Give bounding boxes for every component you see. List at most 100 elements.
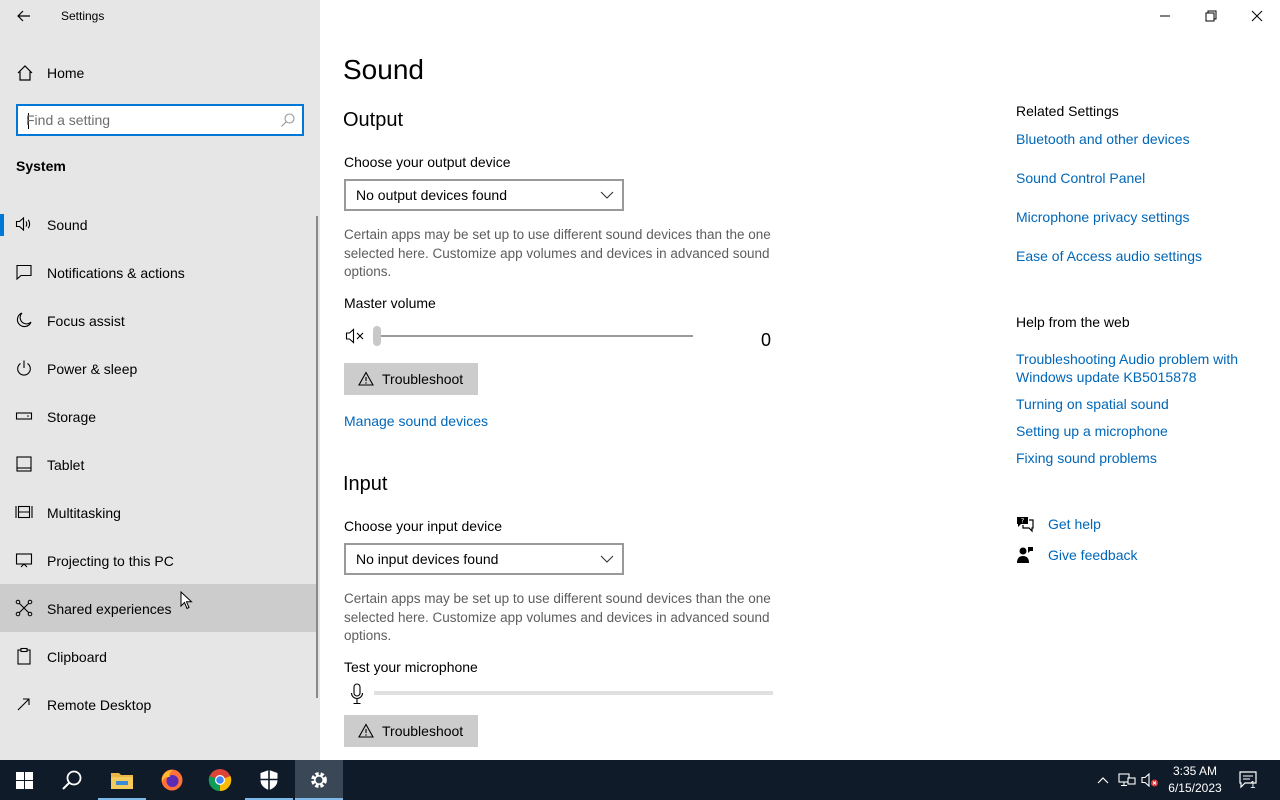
sidebar-item-label: Tablet <box>47 457 85 473</box>
master-volume-thumb[interactable] <box>373 326 381 346</box>
security-shield-icon <box>260 770 278 790</box>
help-link-fixing-sound[interactable]: Fixing sound problems <box>1016 449 1266 467</box>
multitasking-icon <box>15 505 33 519</box>
file-explorer-button[interactable] <box>98 760 146 800</box>
sidebar-item-label: Storage <box>47 409 97 425</box>
get-help-link[interactable]: ? Get help <box>1016 515 1216 535</box>
network-button[interactable] <box>1116 760 1138 800</box>
sidebar-item-power-sleep[interactable]: Power & sleep <box>0 344 316 392</box>
app-title: Settings <box>61 9 105 23</box>
sidebar-item-sound[interactable]: Sound <box>0 200 316 248</box>
action-center-button[interactable]: 1 <box>1234 760 1264 800</box>
sidebar-item-clipboard[interactable]: Clipboard <box>0 632 316 680</box>
sidebar-scrollbar[interactable] <box>316 216 318 698</box>
master-volume-label: Master volume <box>344 295 436 311</box>
help-from-web-heading: Help from the web <box>1016 314 1130 330</box>
output-troubleshoot-button[interactable]: Troubleshoot <box>344 363 478 395</box>
sidebar-item-home[interactable]: Home <box>0 57 320 89</box>
back-button[interactable] <box>10 4 38 28</box>
search-box[interactable] <box>16 104 304 136</box>
notification-icon <box>16 264 32 281</box>
input-device-label: Choose your input device <box>344 518 502 534</box>
sidebar-item-shared-experiences[interactable]: Shared experiences <box>0 584 316 632</box>
microphone-privacy-link[interactable]: Microphone privacy settings <box>1016 208 1266 226</box>
help-link-microphone[interactable]: Setting up a microphone <box>1016 422 1266 440</box>
sidebar-item-tablet[interactable]: Tablet <box>0 440 316 488</box>
sidebar-item-label: Sound <box>47 217 88 233</box>
clock-time: 3:35 AM <box>1172 764 1218 778</box>
main-content: Sound Output Choose your output device N… <box>320 0 1280 760</box>
help-link-audio-kb[interactable]: Troubleshooting Audio problem with Windo… <box>1016 350 1256 386</box>
shared-icon <box>15 599 33 617</box>
tablet-icon <box>16 456 32 472</box>
sound-control-panel-link[interactable]: Sound Control Panel <box>1016 169 1266 187</box>
windows-logo-icon <box>15 771 33 789</box>
bluetooth-link[interactable]: Bluetooth and other devices <box>1016 130 1266 148</box>
settings-taskbar-button[interactable] <box>295 760 343 800</box>
output-device-dropdown[interactable]: No output devices found <box>344 179 624 211</box>
manage-sound-devices-link[interactable]: Manage sound devices <box>344 413 488 429</box>
output-heading: Output <box>343 109 404 131</box>
svg-text:?: ? <box>1021 517 1024 525</box>
chevron-down-icon <box>600 555 614 563</box>
sidebar-item-multitasking[interactable]: Multitasking <box>0 488 316 536</box>
back-arrow-icon <box>17 10 30 22</box>
taskbar-clock[interactable]: 3:35 AM 6/15/2023 <box>1160 763 1230 797</box>
sidebar-item-storage[interactable]: Storage <box>0 392 316 440</box>
mouse-cursor-icon <box>180 591 193 610</box>
input-troubleshoot-button[interactable]: Troubleshoot <box>344 715 478 747</box>
search-icon <box>62 770 82 790</box>
gear-icon <box>311 772 327 788</box>
moon-icon <box>16 312 32 328</box>
storage-icon <box>15 412 33 420</box>
show-hidden-icons-button[interactable] <box>1092 760 1114 800</box>
sidebar-item-remote-desktop[interactable]: Remote Desktop <box>0 680 316 728</box>
chrome-icon <box>208 769 232 792</box>
volume-tray-button[interactable] <box>1139 760 1161 800</box>
remote-desktop-icon <box>17 698 30 711</box>
page-title: Sound <box>343 54 424 85</box>
volume-muted-icon <box>1141 772 1158 788</box>
microphone-icon <box>350 683 364 705</box>
feedback-icon <box>1017 547 1033 563</box>
chrome-button[interactable] <box>196 760 244 800</box>
related-settings-heading: Related Settings <box>1016 103 1119 119</box>
input-device-dropdown[interactable]: No input devices found <box>344 543 624 575</box>
clock-date: 6/15/2023 <box>1168 781 1222 795</box>
speaker-muted-icon[interactable] <box>345 327 367 345</box>
give-feedback-link[interactable]: Give feedback <box>1016 546 1216 566</box>
sidebar: Settings Home System Sound Notifications… <box>0 0 320 760</box>
sidebar-item-focus-assist[interactable]: Focus assist <box>0 296 316 344</box>
sidebar-item-notifications[interactable]: Notifications & actions <box>0 248 316 296</box>
help-link-spatial-sound[interactable]: Turning on spatial sound <box>1016 395 1266 413</box>
sidebar-item-projecting[interactable]: Projecting to this PC <box>0 536 316 584</box>
test-microphone-label: Test your microphone <box>344 659 478 675</box>
give-feedback-label: Give feedback <box>1048 547 1138 563</box>
projecting-icon <box>15 553 33 568</box>
warning-icon <box>358 723 374 738</box>
master-volume-value: 0 <box>761 330 772 350</box>
troubleshoot-label: Troubleshoot <box>382 723 464 739</box>
get-help-label: Get help <box>1048 516 1101 532</box>
sidebar-nav: Sound Notifications & actions Focus assi… <box>0 200 316 728</box>
search-input[interactable] <box>26 111 276 129</box>
network-icon <box>1118 773 1136 787</box>
sidebar-item-label: Projecting to this PC <box>47 553 174 569</box>
troubleshoot-label: Troubleshoot <box>382 371 464 387</box>
microphone-level-meter <box>374 691 773 695</box>
firefox-button[interactable] <box>148 760 196 800</box>
sidebar-item-label: Clipboard <box>47 649 107 665</box>
sidebar-item-label: Multitasking <box>47 505 121 521</box>
sidebar-item-label: Remote Desktop <box>47 697 152 713</box>
start-button[interactable] <box>0 760 48 800</box>
search-icon[interactable] <box>280 112 296 128</box>
ease-of-access-audio-link[interactable]: Ease of Access audio settings <box>1016 247 1266 265</box>
chevron-up-icon <box>1097 777 1109 784</box>
master-volume-track[interactable] <box>376 335 693 337</box>
taskbar-search-button[interactable] <box>48 760 96 800</box>
home-icon <box>17 65 33 81</box>
input-description: Certain apps may be set up to use differ… <box>344 591 771 643</box>
windows-security-button[interactable] <box>245 760 293 800</box>
taskbar: 3:35 AM 6/15/2023 1 <box>0 760 1280 800</box>
sidebar-item-label: Notifications & actions <box>47 265 185 281</box>
